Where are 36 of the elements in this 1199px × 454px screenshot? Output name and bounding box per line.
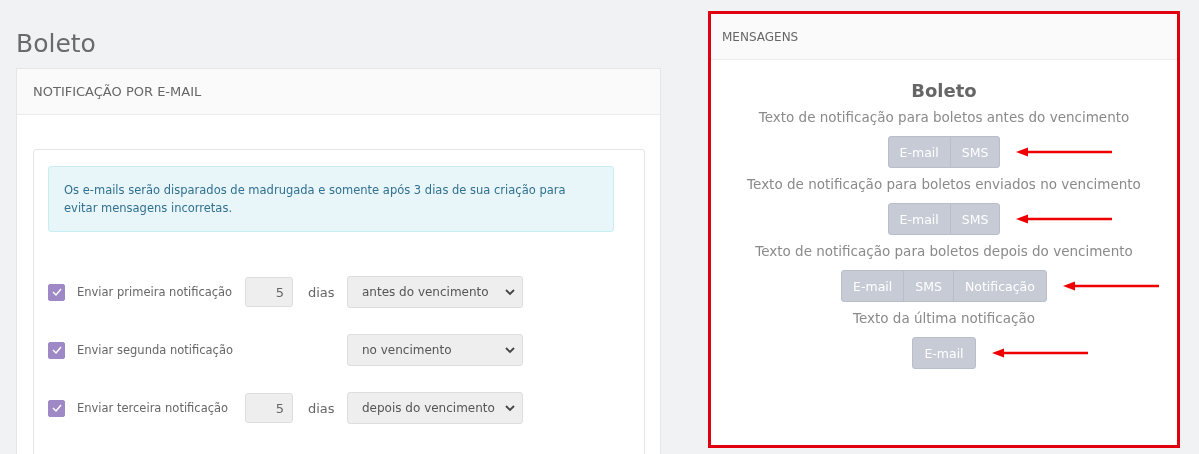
channel-button[interactable]: E-mail <box>912 337 976 369</box>
channel-button[interactable]: Notificação <box>952 270 1047 302</box>
channel-button[interactable]: E-mail <box>887 203 951 235</box>
card-header: MENSAGENS <box>722 29 799 44</box>
group-label: Texto de notificação para boletos enviados no vencimento <box>747 176 1141 192</box>
checkbox[interactable] <box>48 341 65 359</box>
checkbox[interactable] <box>48 283 65 301</box>
chevron-icon <box>505 346 515 354</box>
checkbox-label: Enviar terceira notificação <box>77 401 230 415</box>
channel-button[interactable]: E-mail <box>841 270 905 302</box>
channel-button[interactable]: E-mail <box>887 136 951 168</box>
chevron-icon <box>505 404 515 412</box>
section-title: Boleto <box>911 80 977 101</box>
timing-select[interactable]: antes do vencimento <box>347 276 523 308</box>
days-label: dias <box>308 284 335 300</box>
info-alert: Os e-mails serão disparados de madrugada e somente após 3 dias de sua criação para evitar mensagens incorretas. <box>48 166 614 232</box>
chevron-icon <box>505 288 515 296</box>
channel-button[interactable]: SMS <box>949 203 1001 235</box>
checkbox[interactable] <box>48 399 65 417</box>
channel-button[interactable]: SMS <box>949 136 1001 168</box>
card-header: NOTIFICAÇÃO POR E-MAIL <box>33 84 202 99</box>
group-label: Texto de notificação para boletos antes do vencimento <box>758 109 1130 125</box>
channel-button[interactable]: SMS <box>903 270 954 302</box>
days-input[interactable]: 5 <box>245 393 293 423</box>
days-label: dias <box>308 400 335 416</box>
checkbox-label: Enviar segunda notificação <box>77 343 234 357</box>
group-label: Texto de notificação para boletos depois do vencimento <box>755 243 1133 259</box>
days-input[interactable]: 5 <box>245 277 293 307</box>
check-icon <box>51 346 62 354</box>
group-label: Texto da última notificação <box>852 310 1036 326</box>
check-icon <box>51 288 62 296</box>
timing-select[interactable]: depois do vencimento <box>347 392 523 424</box>
page-title: Boleto <box>16 28 97 59</box>
check-icon <box>51 404 62 412</box>
timing-select[interactable]: no vencimento <box>347 334 523 366</box>
checkbox-label: Enviar primeira notificação <box>77 285 234 299</box>
